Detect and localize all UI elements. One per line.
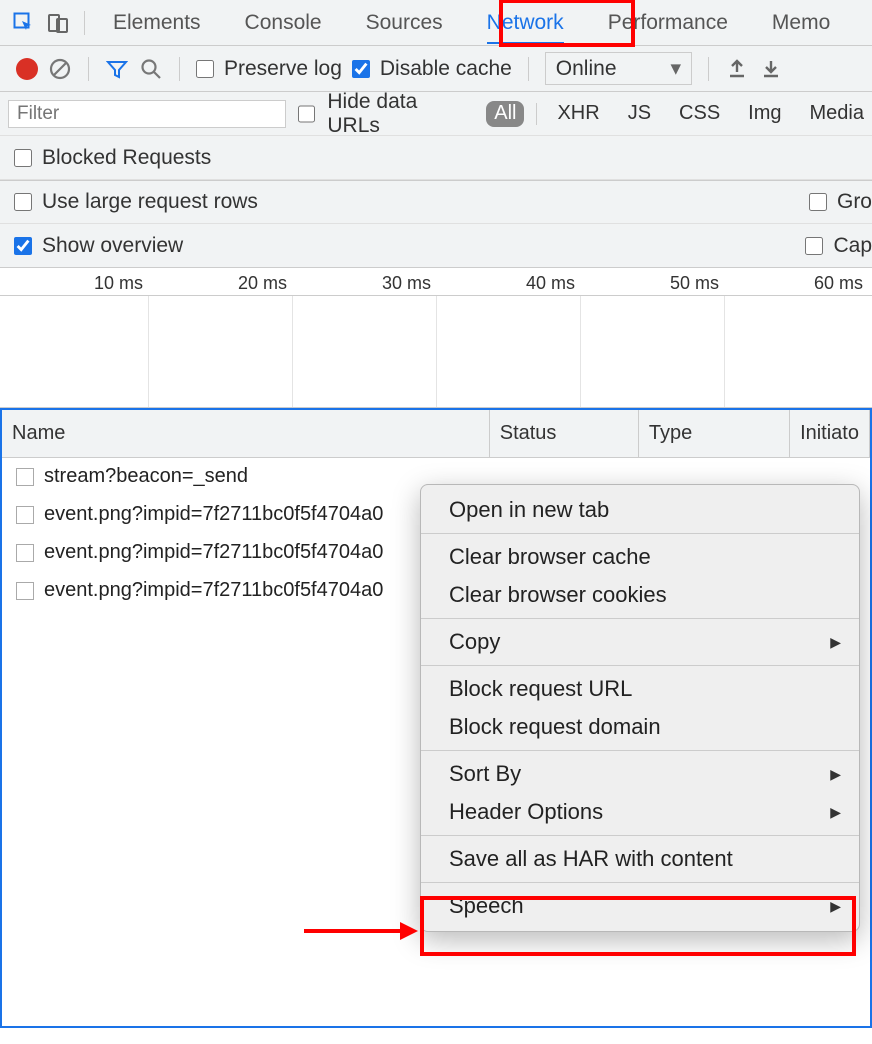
tab-memory[interactable]: Memo	[750, 0, 852, 46]
timeline-ruler: 10 ms 20 ms 30 ms 40 ms 50 ms 60 ms	[0, 268, 872, 296]
request-name: stream?beacon=_send	[44, 465, 248, 488]
submenu-arrow-icon: ▶	[830, 634, 841, 651]
overview-label: Show overview	[42, 234, 183, 258]
blocked-requests-checkbox[interactable]	[14, 149, 32, 167]
divider	[536, 103, 537, 125]
filter-pill-xhr[interactable]: XHR	[549, 101, 607, 127]
ctx-separator	[421, 835, 859, 836]
row-icon	[16, 468, 34, 486]
ctx-speech[interactable]: Speech▶	[421, 887, 859, 925]
ctx-separator	[421, 882, 859, 883]
record-button[interactable]	[16, 58, 38, 80]
ctx-clear-cookies[interactable]: Clear browser cookies	[421, 576, 859, 614]
ctx-block-domain[interactable]: Block request domain	[421, 708, 859, 746]
large-rows-label: Use large request rows	[42, 190, 258, 214]
timeline-overview[interactable]: 10 ms 20 ms 30 ms 40 ms 50 ms 60 ms	[0, 268, 872, 408]
tab-sources[interactable]: Sources	[344, 0, 465, 46]
ctx-open-new-tab[interactable]: Open in new tab	[421, 491, 859, 529]
filter-pill-js[interactable]: JS	[620, 101, 659, 127]
timeline-tick: 20 ms	[238, 273, 287, 294]
timeline-tick: 60 ms	[814, 273, 863, 294]
ctx-header-options[interactable]: Header Options▶	[421, 793, 859, 831]
large-rows-checkbox[interactable]	[14, 193, 32, 211]
group-checkbox[interactable]	[809, 193, 827, 211]
request-name: event.png?impid=7f2711bc0f5f4704a0	[44, 503, 383, 526]
divider	[88, 57, 89, 81]
column-header-type[interactable]: Type	[639, 410, 790, 457]
tab-network[interactable]: Network	[465, 0, 586, 46]
search-icon[interactable]	[139, 57, 163, 81]
blocked-requests-label: Blocked Requests	[42, 146, 211, 170]
group-label: Gro	[837, 190, 872, 214]
row-icon	[16, 544, 34, 562]
filter-pill-css[interactable]: CSS	[671, 101, 728, 127]
ctx-block-url[interactable]: Block request URL	[421, 670, 859, 708]
tab-console[interactable]: Console	[223, 0, 344, 46]
disable-cache-checkbox[interactable]	[352, 60, 370, 78]
ctx-save-har[interactable]: Save all as HAR with content	[421, 840, 859, 878]
timeline-tick: 50 ms	[670, 273, 719, 294]
filter-icon[interactable]	[105, 57, 129, 81]
device-toolbar-icon[interactable]	[44, 9, 72, 37]
filter-pill-all[interactable]: All	[486, 101, 524, 127]
clear-icon[interactable]	[48, 57, 72, 81]
context-menu: Open in new tab Clear browser cache Clea…	[420, 484, 860, 932]
option-row-overview: Show overview Cap	[0, 224, 872, 268]
timeline-tick: 40 ms	[526, 273, 575, 294]
tab-performance[interactable]: Performance	[586, 0, 750, 46]
ctx-separator	[421, 618, 859, 619]
annotation-arrow-icon	[300, 916, 420, 946]
table-header-row: Name Status Type Initiato	[2, 410, 870, 458]
submenu-arrow-icon: ▶	[830, 766, 841, 783]
request-name: event.png?impid=7f2711bc0f5f4704a0	[44, 541, 383, 564]
throttling-select[interactable]: Online ▾	[545, 52, 692, 85]
timeline-tick: 30 ms	[382, 273, 431, 294]
row-icon	[16, 506, 34, 524]
option-row-large-rows: Use large request rows Gro	[0, 180, 872, 224]
preserve-log-checkbox[interactable]	[196, 60, 214, 78]
download-har-icon[interactable]	[759, 57, 783, 81]
submenu-arrow-icon: ▶	[830, 898, 841, 915]
network-toolbar: Preserve log Disable cache Online ▾	[0, 46, 872, 92]
row-icon	[16, 582, 34, 600]
divider	[84, 11, 85, 35]
ctx-copy[interactable]: Copy▶	[421, 623, 859, 661]
capture-checkbox[interactable]	[805, 237, 823, 255]
column-header-status[interactable]: Status	[490, 410, 639, 457]
disable-cache-label: Disable cache	[380, 57, 512, 81]
tab-elements[interactable]: Elements	[91, 0, 223, 46]
timeline-tick: 10 ms	[94, 273, 143, 294]
filter-row: Hide data URLs All XHR JS CSS Img Media	[0, 92, 872, 136]
filter-pill-media[interactable]: Media	[802, 101, 872, 127]
ctx-separator	[421, 750, 859, 751]
divider	[528, 57, 529, 81]
inspect-element-icon[interactable]	[10, 9, 38, 37]
submenu-arrow-icon: ▶	[830, 804, 841, 821]
overview-checkbox[interactable]	[14, 237, 32, 255]
preserve-log-label: Preserve log	[224, 57, 342, 81]
request-name: event.png?impid=7f2711bc0f5f4704a0	[44, 579, 383, 602]
upload-har-icon[interactable]	[725, 57, 749, 81]
option-row-blocked: Blocked Requests	[0, 136, 872, 180]
column-header-initiator[interactable]: Initiato	[790, 410, 870, 457]
divider	[708, 57, 709, 81]
capture-label: Cap	[833, 234, 872, 258]
hide-data-urls-checkbox[interactable]	[298, 105, 316, 123]
ctx-clear-cache[interactable]: Clear browser cache	[421, 538, 859, 576]
filter-input[interactable]	[8, 100, 286, 128]
divider	[179, 57, 180, 81]
ctx-sort-by[interactable]: Sort By▶	[421, 755, 859, 793]
ctx-separator	[421, 665, 859, 666]
ctx-separator	[421, 533, 859, 534]
hide-data-urls-label: Hide data URLs	[327, 90, 474, 138]
devtools-tabs-bar: Elements Console Sources Network Perform…	[0, 0, 872, 46]
column-header-name[interactable]: Name	[2, 410, 490, 457]
filter-pill-img[interactable]: Img	[740, 101, 789, 127]
